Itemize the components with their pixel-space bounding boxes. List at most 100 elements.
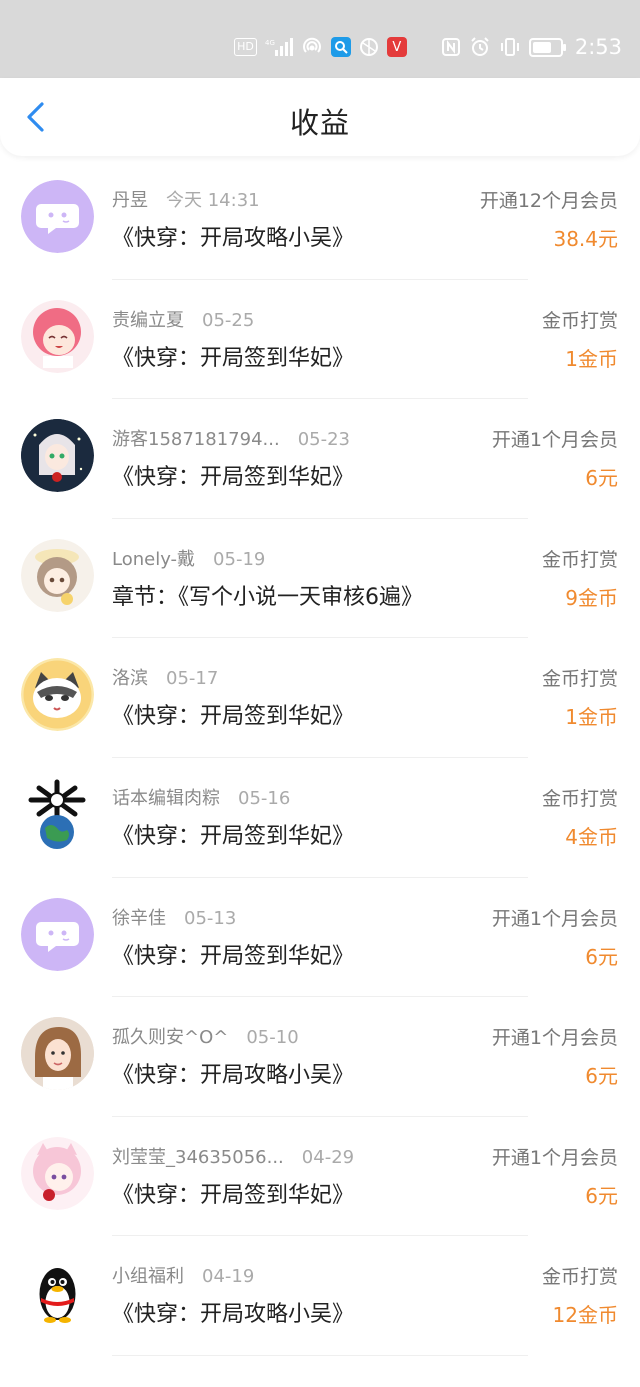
book-title: 《快穿：开局签到华妃》: [112, 465, 355, 491]
earning-date: 今天 14:31: [166, 190, 260, 211]
earning-row[interactable]: 话本编辑肉粽 05-16 《快穿：开局签到华妃》 金币打赏 4金币: [0, 758, 640, 878]
chat-bubble-avatar[interactable]: [21, 897, 94, 971]
earning-type: 金币打赏: [541, 787, 618, 810]
book-title: 《快穿：开局攻略小吴》: [112, 226, 355, 251]
user-name: 丹昱: [112, 190, 148, 211]
status-bar: HD 4G V 2:53: [0, 0, 640, 78]
photo-avatar[interactable]: [21, 1017, 94, 1091]
earning-type: 金币打赏: [541, 1266, 618, 1289]
earning-row[interactable]: 刘莹莹_34635056... 04-29 《快穿：开局签到华妃》 开通1个月会员…: [0, 1117, 640, 1237]
earning-type: 开通1个月会员: [491, 429, 618, 452]
earning-amount: 6元: [585, 1064, 618, 1089]
earning-row[interactable]: Lonely-戴 05-19 章节：《写个小说一天审核6遍》 金币打赏 9金币: [0, 519, 640, 639]
user-line: Lonely-戴 05-19: [112, 545, 265, 571]
user-line: 游客1587181794... 05-23: [112, 425, 350, 451]
anime-girl-hat-avatar[interactable]: [21, 538, 94, 612]
anime-girl-flower-avatar[interactable]: [21, 1136, 94, 1210]
search-app-icon: [330, 37, 351, 57]
earning-type: 开通1个月会员: [491, 907, 618, 930]
book-title: 《快穿：开局签到华妃》: [112, 1182, 355, 1208]
user-line: 小组福利 04-19: [112, 1262, 254, 1288]
earning-date: 05-19: [213, 548, 266, 570]
earning-type: 金币打赏: [541, 548, 618, 571]
book-title: 《快穿：开局签到华妃》: [112, 345, 355, 371]
user-name: 话本编辑肉粽: [112, 787, 220, 809]
signal-icon: 4G: [265, 37, 293, 57]
earning-amount: 1金币: [565, 705, 618, 730]
user-name: Lonely-戴: [112, 548, 196, 570]
earnings-list: 丹昱 今天 14:31 《快穿：开局攻略小吴》 开通12个月会员 38.4元 责编…: [0, 160, 640, 1356]
earning-amount: 6元: [585, 466, 618, 491]
user-line: 话本编辑肉粽 05-16: [112, 784, 290, 810]
book-title: 《快穿：开局攻略小吴》: [112, 1063, 355, 1089]
earning-row[interactable]: 徐辛佳 05-13 《快穿：开局签到华妃》 开通1个月会员 6元: [0, 878, 640, 998]
earning-amount: 38.4元: [553, 227, 618, 251]
anime-girl-pink-avatar[interactable]: [21, 299, 94, 373]
book-title: 章节：《写个小说一天审核6遍》: [112, 584, 423, 610]
book-title: 《快穿：开局攻略小吴》: [112, 1302, 355, 1328]
browser-icon: [359, 37, 379, 57]
user-line: 丹昱 今天 14:31: [112, 186, 260, 212]
earning-amount: 1金币: [565, 346, 618, 371]
svg-text:4G: 4G: [265, 39, 275, 47]
earning-date: 05-17: [166, 668, 219, 690]
app-header: 收益: [0, 78, 640, 156]
user-line: 责编立夏 05-25: [112, 306, 254, 332]
book-title: 《快穿：开局签到华妃》: [112, 823, 355, 849]
user-line: 孤久则安^O^ 05-10: [112, 1023, 299, 1049]
earth-avatar[interactable]: [21, 777, 94, 851]
user-line: 徐辛佳 05-13: [112, 904, 236, 930]
earning-type: 开通1个月会员: [491, 1027, 618, 1050]
earning-date: 04-29: [301, 1146, 355, 1168]
chevron-left-icon: [27, 102, 44, 132]
status-icons: HD 4G V 2:53: [234, 32, 622, 62]
earning-amount: 6元: [585, 944, 618, 969]
earning-type: 开通12个月会员: [479, 190, 618, 212]
status-time: 2:53: [574, 35, 622, 59]
user-name: 孤久则安^O^: [112, 1027, 229, 1049]
earning-amount: 12金币: [552, 1303, 618, 1328]
earning-row[interactable]: 孤久则安^O^ 05-10 《快穿：开局攻略小吴》 开通1个月会员 6元: [0, 997, 640, 1117]
book-title: 《快穿：开局签到华妃》: [112, 943, 355, 969]
penguin-avatar[interactable]: [21, 1256, 94, 1330]
chat-bubble-avatar[interactable]: [21, 180, 94, 253]
earning-date: 05-25: [202, 309, 255, 331]
earning-date: 05-13: [184, 907, 237, 929]
v-app-icon: V: [386, 37, 407, 57]
earning-type: 金币打赏: [541, 668, 618, 691]
earning-amount: 9金币: [565, 585, 618, 610]
nfc-icon: [441, 37, 461, 57]
user-name: 游客1587181794...: [112, 429, 280, 451]
book-title: 《快穿：开局签到华妃》: [112, 704, 355, 730]
earning-date: 05-16: [238, 787, 291, 809]
user-name: 徐辛佳: [112, 907, 166, 929]
battery-level: [532, 41, 552, 53]
earning-row[interactable]: 丹昱 今天 14:31 《快穿：开局攻略小吴》 开通12个月会员 38.4元: [0, 160, 640, 280]
anime-girl-dark-avatar[interactable]: [21, 419, 94, 493]
vibrate-icon: [499, 36, 521, 58]
earning-row[interactable]: 游客1587181794... 05-23 《快穿：开局签到华妃》 开通1个月会员…: [0, 399, 640, 519]
user-line: 洛滨 05-17: [112, 664, 218, 690]
alarm-icon: [469, 36, 491, 58]
earning-row[interactable]: 责编立夏 05-25 《快穿：开局签到华妃》 金币打赏 1金币: [0, 280, 640, 400]
page-title: 收益: [289, 106, 350, 140]
earning-date: 04-19: [202, 1266, 255, 1288]
back-button[interactable]: [18, 100, 52, 134]
hotspot-icon: [301, 36, 323, 58]
earning-type: 开通1个月会员: [491, 1146, 618, 1169]
earning-row[interactable]: 小组福利 04-19 《快穿：开局攻略小吴》 金币打赏 12金币: [0, 1236, 640, 1356]
battery-icon: [528, 37, 566, 57]
user-name: 刘莹莹_34635056...: [112, 1146, 284, 1168]
earning-type: 金币打赏: [541, 309, 618, 332]
earning-date: 05-23: [297, 429, 350, 451]
cat-avatar[interactable]: [21, 658, 94, 732]
earning-date: 05-10: [246, 1027, 299, 1049]
earning-row[interactable]: 洛滨 05-17 《快穿：开局签到华妃》 金币打赏 1金币: [0, 638, 640, 758]
user-line: 刘莹莹_34635056... 04-29: [112, 1143, 354, 1169]
hd-icon: HD: [234, 38, 257, 56]
earning-amount: 4金币: [565, 824, 618, 849]
user-name: 洛滨: [112, 668, 148, 690]
user-name: 责编立夏: [112, 309, 184, 331]
user-name: 小组福利: [112, 1266, 184, 1288]
earning-amount: 6元: [585, 1183, 618, 1208]
